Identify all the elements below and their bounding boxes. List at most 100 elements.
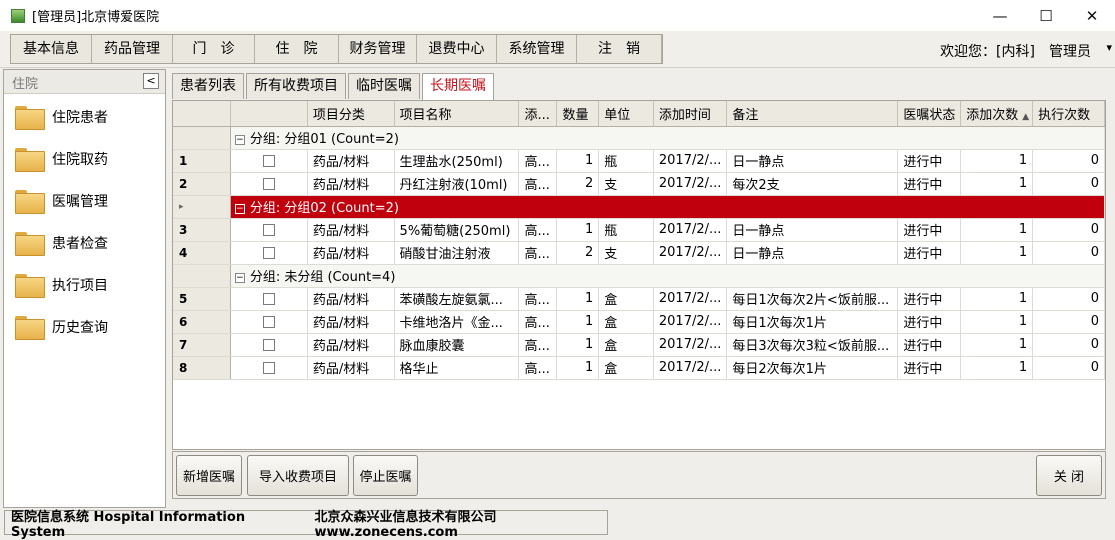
menu-finance[interactable]: 财务管理 <box>339 35 417 63</box>
row-checkbox[interactable] <box>262 361 275 374</box>
column-header-added-by[interactable]: 添... <box>518 101 558 127</box>
collapse-sidebar-button[interactable]: < <box>143 73 159 89</box>
cell-name[interactable]: 格华止 <box>394 356 520 380</box>
cell-add-count[interactable]: 1 <box>960 333 1034 357</box>
column-header-name[interactable]: 项目名称 <box>394 101 520 127</box>
cell-added-by[interactable]: 高... <box>518 287 558 311</box>
cell-time[interactable]: 2017/2/... <box>653 310 728 334</box>
table-row[interactable]: 2 药品/材料 丹红注射液(10ml) 高... 2 支 2017/2/... 每次2支 进行中… <box>173 172 1105 196</box>
maximize-button[interactable]: ☐ <box>1023 0 1069 31</box>
cell-category[interactable]: 药品/材料 <box>307 172 395 196</box>
menu-system-management[interactable]: 系统管理 <box>497 35 577 63</box>
cell-status[interactable]: 进行中 <box>897 287 962 311</box>
cell-category[interactable]: 药品/材料 <box>307 356 395 380</box>
sidebar-item-patient-exam[interactable]: 患者检查 <box>4 222 165 264</box>
cell-added-by[interactable]: 高... <box>518 218 558 242</box>
cell-exec-count[interactable]: 0 <box>1032 218 1105 242</box>
cell-qty[interactable]: 1 <box>556 287 600 311</box>
cell-status[interactable]: 进行中 <box>897 333 962 357</box>
table-row[interactable]: 3 药品/材料 5%葡萄糖(250ml) 高... 1 瓶 2017/2/... 日一静点 进行… <box>173 218 1105 242</box>
cell-unit[interactable]: 盒 <box>598 310 654 334</box>
cell-status[interactable]: 进行中 <box>897 149 962 173</box>
cell-add-count[interactable]: 1 <box>960 241 1034 265</box>
table-row[interactable]: 8 药品/材料 格华止 高... 1 盒 2017/2/... 每日2次每次1片 进行中 1 0 <box>173 356 1105 380</box>
cell-added-by[interactable]: 高... <box>518 310 558 334</box>
cell-unit[interactable]: 瓶 <box>598 149 654 173</box>
close-window-button[interactable]: ✕ <box>1069 0 1115 31</box>
cell-category[interactable]: 药品/材料 <box>307 149 395 173</box>
cell-add-count[interactable]: 1 <box>960 149 1034 173</box>
cell-unit[interactable]: 支 <box>598 241 654 265</box>
cell-name[interactable]: 脉血康胶囊 <box>394 333 520 357</box>
menu-refund-center[interactable]: 退费中心 <box>417 35 497 63</box>
cell-exec-count[interactable]: 0 <box>1032 333 1105 357</box>
cell-unit[interactable]: 支 <box>598 172 654 196</box>
row-checkbox[interactable] <box>262 315 275 328</box>
cell-time[interactable]: 2017/2/... <box>653 241 728 265</box>
cell-exec-count[interactable]: 0 <box>1032 356 1105 380</box>
cell-qty[interactable]: 1 <box>556 333 600 357</box>
column-header-status[interactable]: 医嘱状态 <box>897 101 962 127</box>
cell-added-by[interactable]: 高... <box>518 241 558 265</box>
add-order-button[interactable]: 新增医嘱 <box>176 455 242 496</box>
column-header-exec-count[interactable]: 执行次数 <box>1032 101 1105 127</box>
cell-qty[interactable]: 1 <box>556 218 600 242</box>
cell-unit[interactable]: 盒 <box>598 287 654 311</box>
cell-time[interactable]: 2017/2/... <box>653 172 728 196</box>
cell-status[interactable]: 进行中 <box>897 218 962 242</box>
column-header-add-time[interactable]: 添加时间 <box>653 101 728 127</box>
cell-added-by[interactable]: 高... <box>518 149 558 173</box>
cell-note[interactable]: 每日1次每次1片 <box>726 310 899 334</box>
menu-logout[interactable]: 注 销 <box>577 35 662 63</box>
menu-drug-management[interactable]: 药品管理 <box>92 35 173 63</box>
cell-add-count[interactable]: 1 <box>960 310 1034 334</box>
tab-patient-list[interactable]: 患者列表 <box>172 73 244 99</box>
cell-added-by[interactable]: 高... <box>518 356 558 380</box>
cell-time[interactable]: 2017/2/... <box>653 218 728 242</box>
cell-qty[interactable]: 2 <box>556 241 600 265</box>
row-number[interactable]: 7 <box>173 333 231 357</box>
cell-status[interactable]: 进行中 <box>897 172 962 196</box>
tab-all-charges[interactable]: 所有收费项目 <box>246 73 346 99</box>
cell-name[interactable]: 丹红注射液(10ml) <box>394 172 520 196</box>
menu-outpatient[interactable]: 门 诊 <box>173 35 255 63</box>
cell-time[interactable]: 2017/2/... <box>653 333 728 357</box>
cell-add-count[interactable]: 1 <box>960 287 1034 311</box>
row-checkbox[interactable] <box>262 154 275 167</box>
column-header-select[interactable] <box>230 101 308 127</box>
cell-status[interactable]: 进行中 <box>897 241 962 265</box>
cell-category[interactable]: 药品/材料 <box>307 287 395 311</box>
row-number[interactable]: 1 <box>173 149 231 173</box>
collapse-group-icon[interactable]: − <box>234 203 245 214</box>
cell-category[interactable]: 药品/材料 <box>307 333 395 357</box>
column-header-quantity[interactable]: 数量 <box>556 101 600 127</box>
minimize-button[interactable]: — <box>977 0 1023 31</box>
collapse-group-icon[interactable]: − <box>234 272 245 283</box>
cell-added-by[interactable]: 高... <box>518 172 558 196</box>
import-charges-button[interactable]: 导入收费项目 <box>247 455 349 496</box>
cell-note[interactable]: 日一静点 <box>726 218 899 242</box>
cell-time[interactable]: 2017/2/... <box>653 356 728 380</box>
cell-qty[interactable]: 1 <box>556 356 600 380</box>
row-number[interactable]: 2 <box>173 172 231 196</box>
cell-exec-count[interactable]: 0 <box>1032 310 1105 334</box>
cell-category[interactable]: 药品/材料 <box>307 218 395 242</box>
sidebar-item-execution[interactable]: 执行项目 <box>4 264 165 306</box>
cell-status[interactable]: 进行中 <box>897 310 962 334</box>
cell-exec-count[interactable]: 0 <box>1032 287 1105 311</box>
cell-add-count[interactable]: 1 <box>960 218 1034 242</box>
row-header[interactable] <box>173 126 231 150</box>
table-row[interactable]: 5 药品/材料 苯磺酸左旋氨氯... 高... 1 盒 2017/2/... 每日1次每次2片… <box>173 287 1105 311</box>
tab-temporary-orders[interactable]: 临时医嘱 <box>348 73 420 99</box>
group-row[interactable]: − 分组: 未分组 (Count=4) <box>173 264 1105 288</box>
cell-qty[interactable]: 2 <box>556 172 600 196</box>
column-header-add-count[interactable]: 添加次数 ▲ <box>960 101 1034 127</box>
cell-exec-count[interactable]: 0 <box>1032 172 1105 196</box>
row-number[interactable]: 3 <box>173 218 231 242</box>
stop-order-button[interactable]: 停止医嘱 <box>353 455 418 496</box>
row-number[interactable]: 5 <box>173 287 231 311</box>
menu-overflow-icon[interactable]: ▾ <box>1106 41 1112 54</box>
column-header-note[interactable]: 备注 <box>726 101 899 127</box>
cell-unit[interactable]: 瓶 <box>598 218 654 242</box>
sidebar-item-history[interactable]: 历史查询 <box>4 306 165 348</box>
